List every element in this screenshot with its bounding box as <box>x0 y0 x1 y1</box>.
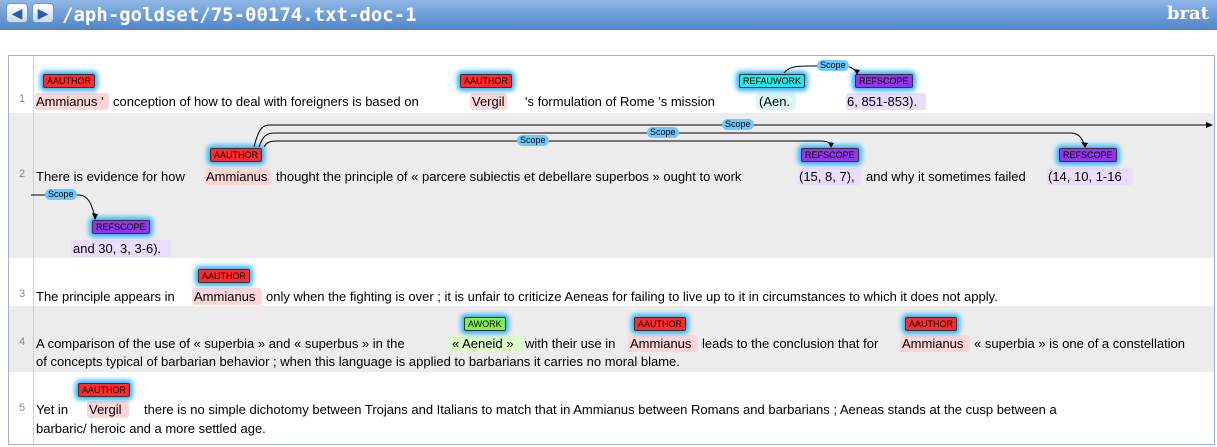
token: Ammianus <box>194 289 256 304</box>
token: of concepts typical of barbarian behavio… <box>36 354 680 369</box>
sentence-row-5: 5 Yet in Vergil there is no simple dicho… <box>9 372 1214 444</box>
sentence-row-1: 1 Ammianus ' conception of how to deal w… <box>9 56 1214 113</box>
relation-label-scope[interactable]: Scope <box>517 135 549 146</box>
token: only when the fighting is over ; it is u… <box>266 289 998 304</box>
relation-arcs <box>31 122 1213 220</box>
token: with their use in <box>525 336 616 351</box>
token: Yet in <box>36 402 69 417</box>
token: Ammianus <box>630 336 692 351</box>
brat-logo: brat <box>1166 3 1209 24</box>
title-bar: ◀ ▶ /aph-goldset/75-00174.txt-doc-1 brat <box>0 0 1217 30</box>
entity-label-aauthor[interactable]: AAUTHOR <box>78 383 131 397</box>
document-path: /aph-goldset/75-00174.txt-doc-1 <box>62 4 417 26</box>
token: The principle appears in <box>36 289 175 304</box>
sentence-number: 5 <box>19 402 26 414</box>
relation-label-scope[interactable]: Scope <box>817 60 849 71</box>
token: Vergil <box>89 402 122 417</box>
token: there is no simple dichotomy between Tro… <box>144 402 1057 417</box>
entity-label-awork[interactable]: AWORK <box>464 317 506 331</box>
sentence-number: 3 <box>19 288 26 300</box>
relation-label-scope[interactable]: Scope <box>647 127 679 138</box>
sentence-number: 4 <box>19 336 26 348</box>
relation-label-scope[interactable]: Scope <box>45 189 77 200</box>
token: « superbia » is one of a constellation <box>974 336 1186 351</box>
entity-label-aauthor[interactable]: AAUTHOR <box>198 269 251 283</box>
token: A comparison of the use of « superbia » … <box>36 336 405 351</box>
sentence-row-2: 2 There is evidence for how Ammianus tho… <box>9 113 1214 258</box>
relation-arcs <box>783 65 860 75</box>
forward-arrow-icon[interactable]: ▶ <box>32 3 54 23</box>
entity-label-aauthor[interactable]: AAUTHOR <box>634 317 687 331</box>
entity-label-aauthor[interactable]: AAUTHOR <box>905 317 958 331</box>
sentence-row-4: 4 A comparison of the use of « superbia … <box>9 306 1214 372</box>
back-arrow-icon[interactable]: ◀ <box>6 3 28 23</box>
sentence-row-3: 3 The principle appears in Ammianus only… <box>9 258 1214 306</box>
relation-label-scope[interactable]: Scope <box>722 119 754 130</box>
token: leads to the conclusion that for <box>702 336 879 351</box>
annotation-panel: 1 Ammianus ' conception of how to deal w… <box>8 55 1215 445</box>
token: « Aeneid » <box>452 336 514 351</box>
token: Ammianus <box>902 336 964 351</box>
token: barbaric/ heroic and a more settled age. <box>36 421 266 436</box>
